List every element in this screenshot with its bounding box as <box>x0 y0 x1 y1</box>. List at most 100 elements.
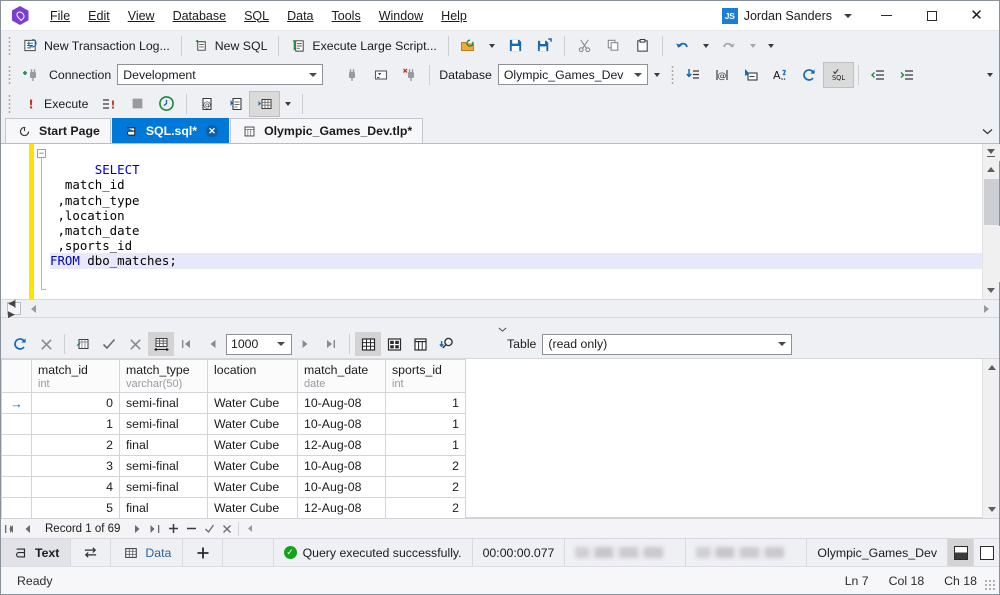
cut-button[interactable] <box>570 34 599 58</box>
tab-sql-file[interactable]: SQL.sql* ✕ <box>111 118 230 143</box>
open-button[interactable] <box>454 34 483 58</box>
menu-window[interactable]: Window <box>370 4 432 28</box>
database-dropdown[interactable] <box>648 63 666 87</box>
split-editor-button[interactable] <box>982 144 1000 161</box>
undo-button[interactable] <box>668 34 697 58</box>
cell-match-id[interactable]: 1 <box>31 413 120 436</box>
bottom-tab-swap[interactable] <box>71 539 112 566</box>
column-view-button[interactable] <box>407 332 433 356</box>
commit-button[interactable] <box>96 332 122 356</box>
cell-match-date[interactable]: 10-Aug-08 <box>297 413 386 436</box>
delete-record-button[interactable] <box>182 520 200 538</box>
menu-view[interactable]: View <box>119 4 164 28</box>
column-header-sports-id[interactable]: sports_id int <box>385 359 466 394</box>
cell-location[interactable]: Water Cube <box>207 497 298 518</box>
menu-database[interactable]: Database <box>164 4 236 28</box>
results-collapse-row[interactable] <box>1 318 999 332</box>
close-icon[interactable]: ✕ <box>206 125 219 137</box>
cell-location[interactable]: Water Cube <box>207 455 298 478</box>
cancel-button[interactable] <box>33 332 59 356</box>
execute-button[interactable]: ! Execute <box>16 92 94 116</box>
new-transaction-log-button[interactable]: New Transaction Log... <box>16 34 176 58</box>
toolbar-grip-3[interactable] <box>667 65 677 84</box>
redo-dropdown[interactable] <box>744 34 762 58</box>
cell-location[interactable]: Water Cube <box>207 434 298 457</box>
toggle-editor-panel-button[interactable] <box>973 538 999 567</box>
refresh-grid-button[interactable] <box>7 332 33 356</box>
at-variable-button[interactable]: @ <box>708 63 737 87</box>
refresh-button[interactable] <box>795 63 824 87</box>
tab-start-page[interactable]: Start Page <box>5 118 111 143</box>
cell-match-id[interactable]: 2 <box>31 434 120 457</box>
execution-plan-button[interactable] <box>152 92 181 116</box>
cell-sports-id[interactable]: 1 <box>385 392 466 415</box>
execute-to-grid-button[interactable] <box>249 90 281 117</box>
save-button[interactable] <box>501 34 530 58</box>
cell-match-date[interactable]: 10-Aug-08 <box>297 392 386 415</box>
insert-snippet-button[interactable] <box>679 63 708 87</box>
table-row[interactable]: 1 semi-final Water Cube 10-Aug-08 1 <box>1 413 466 436</box>
paste-button[interactable] <box>628 34 657 58</box>
row-selector-header[interactable] <box>1 359 32 394</box>
resize-grip-icon[interactable] <box>984 579 996 591</box>
connection-toolbar-overflow[interactable] <box>981 63 999 87</box>
bottom-tab-add[interactable] <box>183 539 224 566</box>
cell-match-date[interactable]: 10-Aug-08 <box>297 476 386 499</box>
sql-editor[interactable]: − SELECT match_id ,match_type ,location … <box>1 144 1000 300</box>
editor-horizontal-splitter[interactable]: ◀|▶ <box>1 298 999 319</box>
post-edit-button[interactable] <box>200 520 218 538</box>
column-header-match-type[interactable]: match_type varchar(50) <box>119 359 208 394</box>
first-page-button[interactable] <box>174 332 200 356</box>
chevron-down-icon[interactable] <box>498 321 507 332</box>
close-button[interactable]: ✕ <box>954 1 999 31</box>
menu-sql[interactable]: SQL <box>235 4 278 28</box>
results-table[interactable]: match_id int match_type varchar(50) loca… <box>1 359 466 518</box>
grid-scroll-down-button[interactable] <box>983 501 999 518</box>
add-record-button[interactable] <box>164 520 182 538</box>
first-record-button[interactable] <box>1 520 19 538</box>
page-size-spinner[interactable]: 1000 <box>226 333 292 355</box>
menu-help[interactable]: Help <box>432 4 476 28</box>
cell-location[interactable]: Water Cube <box>207 476 298 499</box>
toolbar-grip-2[interactable] <box>5 65 14 84</box>
cell-match-id[interactable]: 0 <box>31 392 120 415</box>
user-account-button[interactable]: JS Jordan Sanders <box>721 7 836 24</box>
table-row[interactable]: 5 final Water Cube 12-Aug-08 2 <box>1 497 466 518</box>
indent-button[interactable] <box>893 63 922 87</box>
scroll-thumb[interactable] <box>983 179 999 225</box>
cell-match-date[interactable]: 12-Aug-08 <box>297 434 386 457</box>
cell-location[interactable]: Water Cube <box>207 392 298 415</box>
toggle-results-panel-button[interactable] <box>947 538 973 567</box>
new-sql-button[interactable]: New SQL <box>187 34 274 58</box>
toolbar-overflow-button[interactable] <box>762 34 780 58</box>
disconnect-button[interactable] <box>395 63 424 87</box>
cell-match-id[interactable]: 5 <box>31 497 120 518</box>
cancel-edit-button[interactable] <box>218 520 236 538</box>
cell-match-date[interactable]: 10-Aug-08 <box>297 455 386 478</box>
table-row[interactable]: 4 semi-final Water Cube 10-Aug-08 2 <box>1 476 466 499</box>
editor-vertical-scrollbar[interactable] <box>982 144 1000 300</box>
table-row[interactable]: 2 final Water Cube 12-Aug-08 1 <box>1 434 466 457</box>
column-header-match-date[interactable]: match_date date <box>297 359 386 394</box>
column-header-location[interactable]: location <box>207 359 298 394</box>
last-record-button[interactable] <box>146 520 164 538</box>
validate-sql-button[interactable]: SQL <box>822 61 854 88</box>
export-data-button[interactable] <box>70 332 96 356</box>
table-row[interactable]: → 0 semi-final Water Cube 10-Aug-08 1 <box>1 392 466 415</box>
copy-button[interactable] <box>599 34 628 58</box>
grid-scroll-track[interactable] <box>983 376 999 501</box>
cell-sports-id[interactable]: 2 <box>385 455 466 478</box>
cell-match-id[interactable]: 3 <box>31 455 120 478</box>
menu-edit[interactable]: Edit <box>79 4 119 28</box>
table-row[interactable]: 3 semi-final Water Cube 10-Aug-08 2 <box>1 455 466 478</box>
toolbar-grip[interactable] <box>5 36 14 55</box>
menu-data[interactable]: Data <box>278 4 322 28</box>
rollback-button[interactable] <box>122 332 148 356</box>
fold-toggle-icon[interactable]: − <box>37 149 46 158</box>
grid-scroll-up-button[interactable] <box>983 359 999 376</box>
execute-batch-button[interactable]: ! <box>94 92 123 116</box>
hscroll-right-button[interactable] <box>984 304 989 313</box>
cell-match-type[interactable]: semi-final <box>119 476 208 499</box>
card-view-button[interactable] <box>381 332 407 356</box>
select-statement-button[interactable] <box>737 63 766 87</box>
